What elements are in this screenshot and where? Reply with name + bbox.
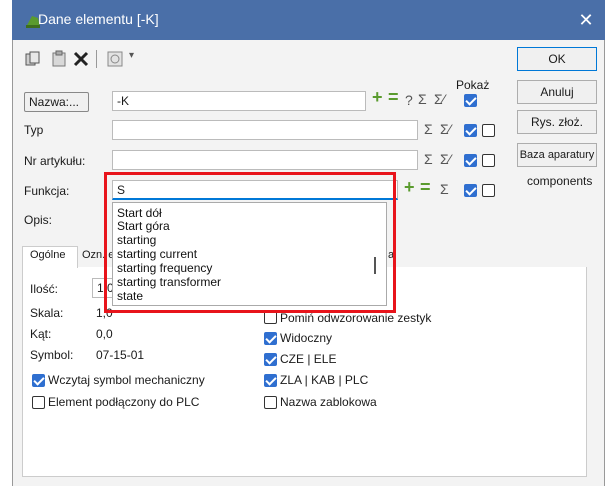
cze-label: CZE | ELE [280,352,337,366]
nr-artykulu-label: Nr artykułu: [24,154,86,168]
ilosc-label: Ilość: [30,282,59,296]
ok-button[interactable]: OK [517,47,597,71]
sigma-slash-icon[interactable]: Σ⁄ [434,91,445,107]
rys-zloz-button[interactable]: Rys. złoż. [517,110,597,134]
remove-icon[interactable]: = [388,87,399,108]
highlight-box [104,172,396,313]
toolbar-dropdown-icon[interactable]: ▾ [129,50,134,61]
paste-icon[interactable] [50,50,68,68]
kat-label: Kąt: [30,327,52,341]
typ-show-checkbox[interactable] [464,124,477,137]
sigma-icon[interactable]: Σ [440,181,449,197]
pomin-label: Pomiń odwzorowanie zestyk [280,311,432,325]
wczytaj-checkbox[interactable] [32,374,45,387]
delete-icon[interactable] [72,50,90,68]
cancel-button[interactable]: Anuluj [517,80,597,104]
widoczny-checkbox[interactable] [264,332,277,345]
nazwa-field[interactable]: -K [112,91,366,111]
sigma-icon[interactable]: Σ [424,121,433,137]
close-button[interactable]: ✕ [574,8,598,32]
copy-icon[interactable] [24,50,42,68]
sigma-slash-icon[interactable]: Σ⁄ [440,121,451,137]
plc-label: Element podłączony do PLC [48,395,200,409]
toolbar-separator [96,50,97,68]
funkcja-second-checkbox[interactable] [482,184,495,197]
typ-label: Typ [24,123,44,137]
window-title: Dane elementu [-K] [38,11,159,27]
nr-artykulu-show-checkbox[interactable] [464,154,477,167]
skala-label: Skala: [30,306,64,320]
kat-value: 0,0 [96,327,113,341]
zla-label: ZLA | KAB | PLC [280,373,369,387]
help-icon[interactable]: ? [405,92,413,108]
wczytaj-label: Wczytaj symbol mechaniczny [48,373,205,387]
components-label: components [527,174,593,188]
add-icon[interactable]: + [404,177,415,198]
symbol-value: 07-15-01 [96,348,145,362]
nazwa-zablokowana-checkbox[interactable] [264,396,277,409]
symbol-label: Symbol: [30,348,74,362]
add-icon[interactable]: + [372,87,383,108]
nr-artykulu-field[interactable] [112,150,418,170]
nr-artykulu-second-checkbox[interactable] [482,154,495,167]
sigma-icon[interactable]: Σ [418,91,427,107]
nazwa-zablokowana-label: Nazwa zablokowa [280,395,377,409]
nazwa-show-checkbox[interactable] [464,94,477,107]
funkcja-show-checkbox[interactable] [464,184,477,197]
widoczny-label: Widoczny [280,331,333,345]
nazwa-button[interactable]: Nazwa:... [24,92,89,112]
sigma-slash-icon[interactable]: Σ⁄ [440,151,451,167]
typ-field[interactable] [112,120,418,140]
typ-second-checkbox[interactable] [482,124,495,137]
zla-checkbox[interactable] [264,374,277,387]
cze-checkbox[interactable] [264,353,277,366]
pokaz-label: Pokaż [456,78,490,92]
symbol-icon[interactable] [106,50,124,68]
funkcja-label: Funkcja: [24,184,70,198]
baza-aparatury-button[interactable]: Baza aparatury [517,143,597,167]
opis-label: Opis: [24,213,53,227]
plc-checkbox[interactable] [32,396,45,409]
remove-icon[interactable]: = [420,177,431,198]
sigma-icon[interactable]: Σ [424,151,433,167]
tab-ogolne-label[interactable]: Ogólne [30,249,65,261]
